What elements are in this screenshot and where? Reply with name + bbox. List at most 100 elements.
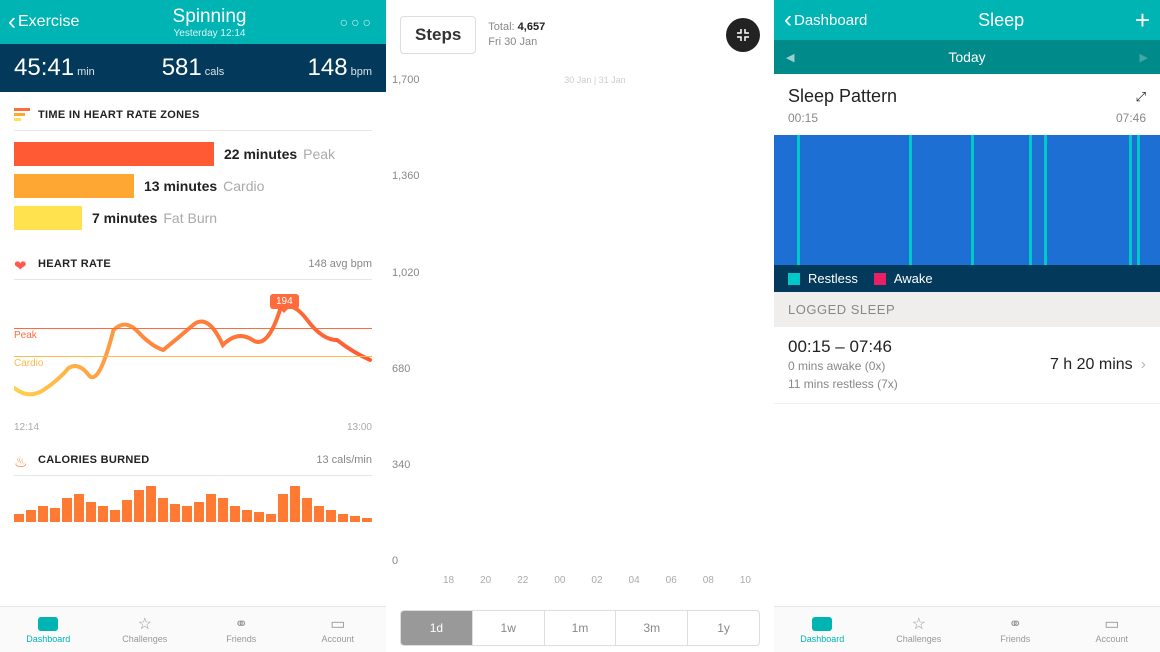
more-icon[interactable]: ○○○ bbox=[340, 14, 374, 30]
y-tick: 680 bbox=[392, 363, 410, 375]
back-label[interactable]: Dashboard bbox=[794, 12, 867, 29]
log-awake: 0 mins awake (0x) bbox=[788, 357, 1050, 375]
zone-minutes: 7 minutes bbox=[92, 210, 157, 226]
range-tab-1w[interactable]: 1w bbox=[473, 611, 545, 645]
range-tab-1m[interactable]: 1m bbox=[545, 611, 617, 645]
friends-icon: ⚭ bbox=[229, 615, 253, 633]
expand-icon[interactable]: ⤢ bbox=[1136, 89, 1146, 105]
zone-bar bbox=[14, 174, 134, 198]
x-tick: 20 bbox=[467, 575, 504, 586]
logged-sleep-header: LOGGED SLEEP bbox=[774, 292, 1160, 327]
exercise-stats: 45:41min 581cals 148bpm bbox=[0, 44, 386, 92]
stat-value: 148 bbox=[308, 54, 348, 81]
log-range: 00:15 – 07:46 bbox=[788, 337, 1050, 357]
fullscreen-button[interactable] bbox=[726, 18, 760, 52]
compress-icon bbox=[736, 28, 750, 42]
zone-name: Cardio bbox=[223, 178, 264, 194]
exercise-panel: ‹ Exercise Spinning Yesterday 12:14 ○○○ … bbox=[0, 0, 386, 652]
tab-friends[interactable]: ⚭ Friends bbox=[967, 607, 1064, 652]
back-chevron-icon[interactable]: ‹ bbox=[784, 6, 792, 34]
legend-restless: Restless bbox=[808, 271, 858, 286]
stat-value: 581 bbox=[162, 54, 202, 81]
tab-dashboard[interactable]: Dashboard bbox=[774, 607, 871, 652]
metric-selector[interactable]: Steps bbox=[400, 16, 476, 54]
calories-chart bbox=[14, 486, 372, 522]
stat-unit: min bbox=[77, 66, 95, 78]
back-chevron-icon[interactable]: ‹ bbox=[8, 8, 16, 36]
challenges-icon: ☆ bbox=[133, 615, 157, 633]
restless-segment bbox=[971, 135, 974, 265]
hr-line-chart bbox=[14, 290, 372, 420]
zones-title: TIME IN HEART RATE ZONES bbox=[38, 109, 200, 121]
zone-bar bbox=[14, 206, 82, 230]
zone-row: 7 minutes Fat Burn bbox=[14, 205, 372, 231]
legend-awake: Awake bbox=[894, 271, 933, 286]
tab-challenges[interactable]: ☆ Challenges bbox=[871, 607, 968, 652]
flame-icon: ♨ bbox=[14, 453, 30, 467]
tab-friends[interactable]: ⚭ Friends bbox=[193, 607, 290, 652]
steps-date: Fri 30 Jan bbox=[488, 35, 545, 50]
sleep-legend: Restless Awake bbox=[774, 265, 1160, 292]
prev-day-icon[interactable]: ◀ bbox=[786, 51, 794, 64]
x-tick: 00 bbox=[541, 575, 578, 586]
account-icon: ▭ bbox=[1100, 615, 1124, 633]
sleep-title: Sleep bbox=[867, 10, 1134, 31]
stat-value: 45:41 bbox=[14, 54, 74, 81]
y-tick: 1,360 bbox=[392, 170, 420, 182]
restless-segment bbox=[1044, 135, 1047, 265]
range-tab-3m[interactable]: 3m bbox=[616, 611, 688, 645]
add-icon[interactable]: + bbox=[1135, 5, 1150, 36]
tab-account[interactable]: ▭ Account bbox=[1064, 607, 1160, 652]
tab-bar: Dashboard ☆ Challenges ⚭ Friends ▭ Accou… bbox=[0, 606, 386, 652]
hr-end-time: 13:00 bbox=[347, 422, 372, 433]
hr-title: HEART RATE bbox=[38, 258, 111, 270]
x-tick: 02 bbox=[578, 575, 615, 586]
y-tick: 1,020 bbox=[392, 267, 420, 279]
restless-segment bbox=[909, 135, 912, 265]
zone-row: 13 minutes Cardio bbox=[14, 173, 372, 199]
restless-swatch bbox=[788, 273, 800, 285]
restless-segment bbox=[1129, 135, 1132, 265]
heart-icon: ❤ bbox=[14, 257, 30, 271]
friends-icon: ⚭ bbox=[1003, 615, 1027, 633]
tab-dashboard[interactable]: Dashboard bbox=[0, 607, 97, 652]
challenges-icon: ☆ bbox=[907, 615, 931, 633]
sleep-log-item[interactable]: 00:15 – 07:46 0 mins awake (0x) 11 mins … bbox=[774, 327, 1160, 404]
dashboard-icon bbox=[810, 615, 834, 633]
cardio-threshold: Cardio bbox=[14, 356, 372, 369]
steps-chart: 03406801,0201,3601,700 30 Jan | 31 Jan 1… bbox=[386, 70, 774, 592]
x-tick: 06 bbox=[653, 575, 690, 586]
range-tab-1y[interactable]: 1y bbox=[688, 611, 759, 645]
y-tick: 0 bbox=[392, 555, 398, 567]
restless-segment bbox=[1029, 135, 1032, 265]
pattern-title: Sleep Pattern bbox=[788, 86, 897, 107]
back-label[interactable]: Exercise bbox=[18, 13, 79, 31]
sleep-pattern-chart bbox=[774, 135, 1160, 265]
tab-challenges[interactable]: ☆ Challenges bbox=[97, 607, 194, 652]
hr-avg: 148 avg bpm bbox=[308, 258, 372, 270]
zone-name: Peak bbox=[303, 146, 335, 162]
cal-rate: 13 cals/min bbox=[316, 454, 372, 466]
zone-bar bbox=[14, 142, 214, 166]
awake-swatch bbox=[874, 273, 886, 285]
hr-start-time: 12:14 bbox=[14, 422, 39, 433]
zones-icon bbox=[14, 108, 30, 122]
exercise-header: ‹ Exercise Spinning Yesterday 12:14 ○○○ bbox=[0, 0, 386, 44]
sleep-end: 07:46 bbox=[1116, 111, 1146, 125]
x-tick: 04 bbox=[616, 575, 653, 586]
x-tick: 10 bbox=[727, 575, 764, 586]
tab-bar: Dashboard ☆ Challenges ⚭ Friends ▭ Accou… bbox=[774, 606, 1160, 652]
total-label: Total: bbox=[488, 21, 514, 33]
day-label: Today bbox=[794, 49, 1139, 65]
range-tab-1d[interactable]: 1d bbox=[401, 611, 473, 645]
x-tick: 08 bbox=[690, 575, 727, 586]
zone-name: Fat Burn bbox=[163, 210, 217, 226]
zone-minutes: 13 minutes bbox=[144, 178, 217, 194]
stat-unit: cals bbox=[205, 66, 225, 78]
sleep-start: 00:15 bbox=[788, 111, 818, 125]
stat-unit: bpm bbox=[351, 66, 372, 78]
log-restless: 11 mins restless (7x) bbox=[788, 375, 1050, 393]
tab-account[interactable]: ▭ Account bbox=[290, 607, 387, 652]
zone-minutes: 22 minutes bbox=[224, 146, 297, 162]
next-day-icon[interactable]: ▶ bbox=[1140, 51, 1148, 64]
